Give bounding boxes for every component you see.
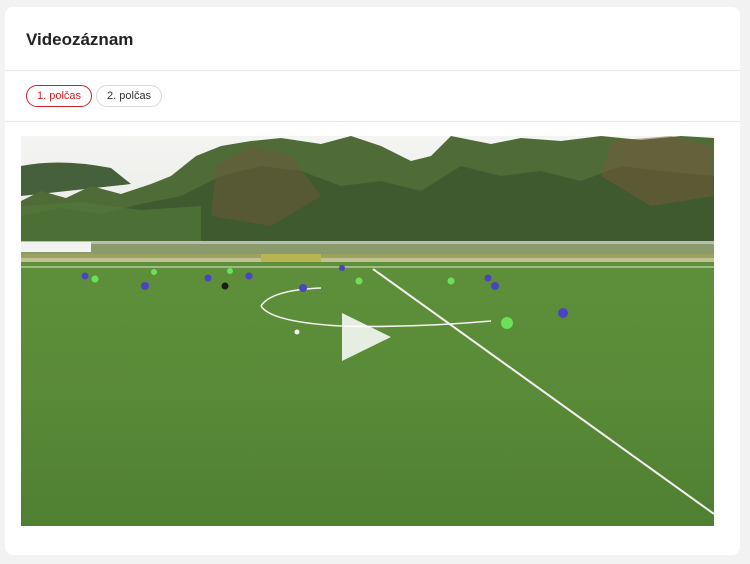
video-thumbnail <box>21 136 714 526</box>
tab-second-half[interactable]: 2. polčas <box>96 85 163 107</box>
half-tabs: 1. polčas 2. polčas <box>5 71 740 122</box>
section-title: Videozáznam <box>26 29 134 49</box>
video-player[interactable] <box>21 136 714 526</box>
card-header: Videozáznam <box>5 7 740 71</box>
tab-first-half[interactable]: 1. polčas <box>26 85 93 107</box>
